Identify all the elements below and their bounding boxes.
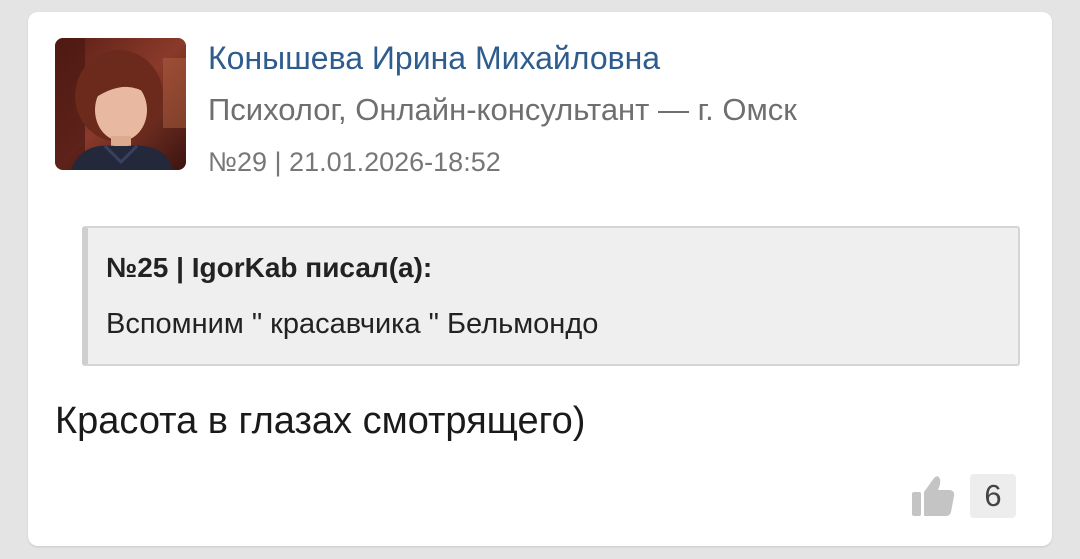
quote-header: №25 | IgorKab писал(а): [106,252,433,283]
author-name-link[interactable]: Конышева Ирина Михайловна [208,38,660,78]
like-control: 6 [910,473,1016,519]
avatar[interactable] [55,38,186,170]
author-role: Психолог, Онлайн-консультант — г. Омск [208,92,797,127]
meta-separator: | [274,147,282,177]
quote-text: Вспомним " красавчика " Бельмондо [106,308,599,340]
avatar-photo [55,38,186,170]
quote-block: №25 | IgorKab писал(а): Вспомним " краса… [82,226,1020,366]
post-number-link[interactable]: №29 [208,147,267,177]
forum-post-card: Конышева Ирина Михайловна Психолог, Онла… [28,12,1052,546]
post-text: Красота в глазах смотрящего) [55,400,586,442]
thumbs-up-icon[interactable] [910,474,956,518]
like-count: 6 [970,474,1016,518]
post-meta: №29 | 21.01.2026-18:52 [208,144,501,180]
post-datetime: 21.01.2026-18:52 [289,147,501,177]
